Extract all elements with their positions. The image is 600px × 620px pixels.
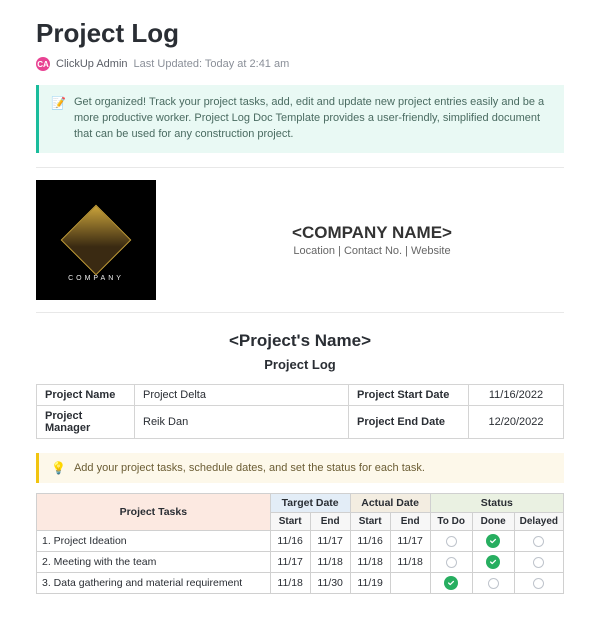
task-name-cell[interactable]: 3. Data gathering and material requireme…: [37, 572, 271, 593]
status-done-cell[interactable]: [472, 551, 514, 572]
author-row: CA ClickUp Admin Last Updated: Today at …: [36, 57, 564, 71]
actual-start-cell[interactable]: 11/16: [350, 530, 390, 551]
task-name-cell[interactable]: 2. Meeting with the team: [37, 551, 271, 572]
table-row: 2. Meeting with the team11/1711/1811/181…: [37, 551, 564, 572]
th-project-tasks: Project Tasks: [37, 493, 271, 530]
status-todo-cell[interactable]: [430, 530, 472, 551]
logo-label: COMPANY: [36, 275, 156, 282]
author-avatar: CA: [36, 57, 50, 71]
status-checked-icon[interactable]: [486, 534, 500, 548]
actual-start-cell[interactable]: 11/18: [350, 551, 390, 572]
meta-value-project-name[interactable]: Project Delta: [135, 384, 349, 405]
company-logo: COMPANY: [36, 180, 156, 300]
meta-label-end-date: Project End Date: [349, 405, 469, 438]
status-todo-cell[interactable]: [430, 551, 472, 572]
status-empty-radio[interactable]: [533, 578, 544, 589]
target-start-cell[interactable]: 11/16: [270, 530, 310, 551]
meta-label-project-name: Project Name: [37, 384, 135, 405]
project-name-placeholder[interactable]: <Project's Name>: [36, 331, 564, 351]
tasks-tip-text: Add your project tasks, schedule dates, …: [74, 462, 425, 474]
intro-banner: 📝 Get organized! Track your project task…: [36, 85, 564, 153]
status-empty-radio[interactable]: [533, 536, 544, 547]
company-text: <COMPANY NAME> Location | Contact No. | …: [180, 223, 564, 257]
table-row: 1. Project Ideation11/1611/1711/1611/17: [37, 530, 564, 551]
document-page: Project Log CA ClickUp Admin Last Update…: [0, 0, 600, 594]
actual-end-cell[interactable]: [390, 572, 430, 593]
actual-start-cell[interactable]: 11/19: [350, 572, 390, 593]
intro-banner-text: Get organized! Track your project tasks,…: [74, 95, 552, 143]
status-empty-radio[interactable]: [533, 557, 544, 568]
status-delayed-cell[interactable]: [514, 530, 563, 551]
status-empty-radio[interactable]: [446, 557, 457, 568]
status-delayed-cell[interactable]: [514, 551, 563, 572]
actual-end-cell[interactable]: 11/17: [390, 530, 430, 551]
status-done-cell[interactable]: [472, 530, 514, 551]
actual-end-cell[interactable]: 11/18: [390, 551, 430, 572]
note-icon: 📝: [51, 95, 66, 143]
th-status-todo: To Do: [430, 512, 472, 530]
author-name: ClickUp Admin: [56, 58, 128, 70]
company-name-placeholder[interactable]: <COMPANY NAME>: [180, 223, 564, 243]
th-actual-end: End: [390, 512, 430, 530]
th-target-start: Start: [270, 512, 310, 530]
meta-value-start-date[interactable]: 11/16/2022: [469, 384, 564, 405]
meta-label-start-date: Project Start Date: [349, 384, 469, 405]
target-end-cell[interactable]: 11/30: [310, 572, 350, 593]
project-meta-table: Project Name Project Delta Project Start…: [36, 384, 564, 439]
tasks-tip-banner: 💡 Add your project tasks, schedule dates…: [36, 453, 564, 483]
status-todo-cell[interactable]: [430, 572, 472, 593]
company-subline[interactable]: Location | Contact No. | Website: [180, 245, 564, 257]
meta-label-project-manager: Project Manager: [37, 405, 135, 438]
task-name-cell[interactable]: 1. Project Ideation: [37, 530, 271, 551]
status-checked-icon[interactable]: [444, 576, 458, 590]
target-end-cell[interactable]: 11/17: [310, 530, 350, 551]
status-empty-radio[interactable]: [488, 578, 499, 589]
th-actual-start: Start: [350, 512, 390, 530]
status-done-cell[interactable]: [472, 572, 514, 593]
th-actual-date: Actual Date: [350, 493, 430, 512]
status-delayed-cell[interactable]: [514, 572, 563, 593]
status-checked-icon[interactable]: [486, 555, 500, 569]
th-status-delayed: Delayed: [514, 512, 563, 530]
meta-value-end-date[interactable]: 12/20/2022: [469, 405, 564, 438]
project-log-subtitle: Project Log: [36, 357, 564, 372]
th-target-end: End: [310, 512, 350, 530]
th-status: Status: [430, 493, 563, 512]
meta-value-project-manager[interactable]: Reik Dan: [135, 405, 349, 438]
th-target-date: Target Date: [270, 493, 350, 512]
target-start-cell[interactable]: 11/18: [270, 572, 310, 593]
target-end-cell[interactable]: 11/18: [310, 551, 350, 572]
last-updated-label: Last Updated: Today at 2:41 am: [134, 58, 290, 70]
tasks-table: Project Tasks Target Date Actual Date St…: [36, 493, 564, 594]
target-start-cell[interactable]: 11/17: [270, 551, 310, 572]
page-title: Project Log: [36, 18, 564, 49]
status-empty-radio[interactable]: [446, 536, 457, 547]
th-status-done: Done: [472, 512, 514, 530]
company-block: COMPANY <COMPANY NAME> Location | Contac…: [36, 167, 564, 313]
bulb-icon: 💡: [51, 461, 66, 475]
table-row: 3. Data gathering and material requireme…: [37, 572, 564, 593]
